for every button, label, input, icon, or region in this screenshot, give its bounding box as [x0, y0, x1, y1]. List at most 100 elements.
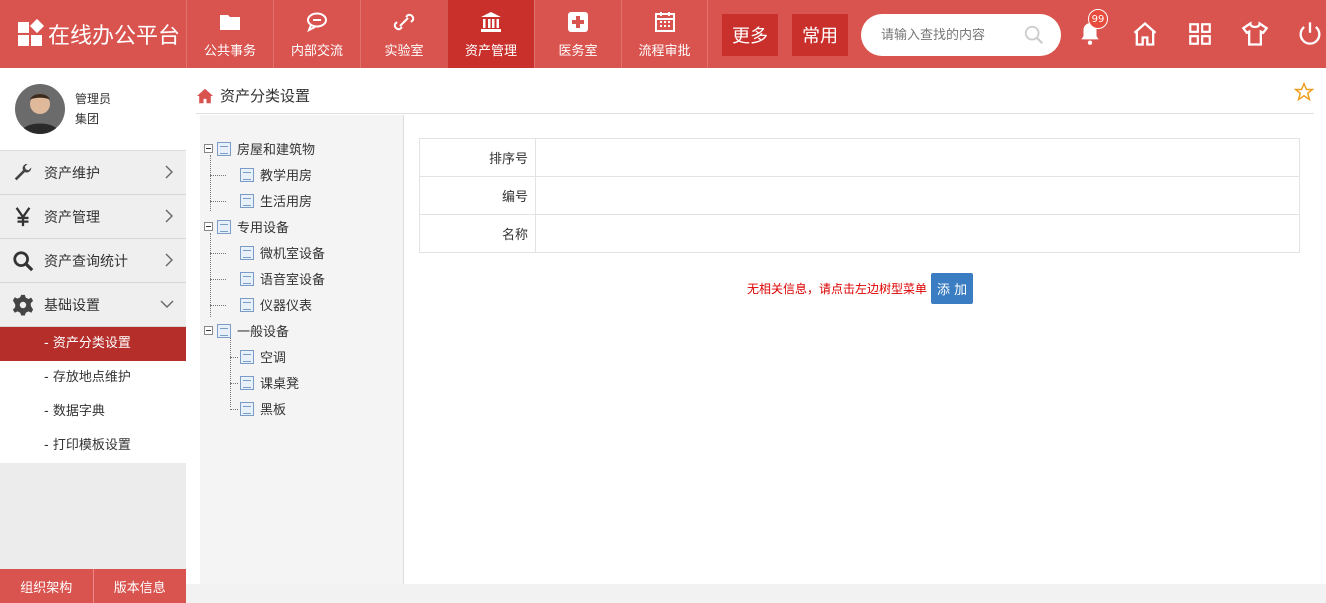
- tree-node-label: 房屋和建筑物: [237, 143, 316, 158]
- tree-node[interactable]: 微机室设备: [240, 243, 325, 262]
- chevron-right-icon: [165, 253, 173, 267]
- user-role: 管理员: [75, 92, 112, 106]
- sidebar-item-basic-settings[interactable]: 基础设置: [0, 283, 186, 327]
- grid-icon: [1188, 23, 1211, 45]
- breadcrumb-divider: [196, 113, 1314, 114]
- tree-node-label: 仪器仪表: [260, 299, 313, 314]
- document-icon: [217, 219, 231, 234]
- nav-workflow-approval[interactable]: 流程审批: [621, 0, 708, 68]
- sidebar-item-asset-management[interactable]: 资产管理: [0, 195, 186, 239]
- gear-icon: [12, 294, 34, 316]
- folder-icon: [220, 14, 240, 30]
- tree-node[interactable]: 空调: [240, 347, 286, 366]
- theme-button[interactable]: [1227, 20, 1282, 48]
- collapse-icon[interactable]: [204, 222, 213, 231]
- top-bar: 在线办公平台 公共事务 内部交流 实验室 资产管理 医务室 流程审批 更多 常用: [0, 0, 1326, 68]
- tree-node[interactable]: 生活用房: [240, 191, 312, 210]
- logo-icon: [18, 18, 45, 46]
- nav-label: 资产管理: [464, 43, 517, 59]
- common-button[interactable]: 常用: [792, 14, 848, 56]
- main-nav: 公共事务 内部交流 实验室 资产管理 医务室 流程审批: [186, 0, 708, 68]
- tree-node-label: 教学用房: [260, 169, 313, 184]
- sidebar-subitem-storage-location[interactable]: - 存放地点维护: [0, 361, 186, 395]
- search-icon: [13, 250, 34, 271]
- version-info-button[interactable]: 版本信息: [93, 569, 186, 603]
- document-icon: [240, 375, 254, 390]
- collapse-icon[interactable]: [204, 326, 213, 335]
- nav-asset-management[interactable]: 资产管理: [447, 0, 534, 68]
- collapse-icon[interactable]: [204, 144, 213, 153]
- sidebar-item-label: 资产维护: [44, 165, 100, 182]
- tree-node-label: 黑板: [260, 403, 287, 418]
- nav-lab[interactable]: 实验室: [360, 0, 447, 68]
- nav-public-affairs[interactable]: 公共事务: [186, 0, 273, 68]
- document-icon: [240, 245, 254, 260]
- document-icon: [240, 271, 254, 286]
- code-value: [535, 176, 1300, 215]
- tree-node[interactable]: 一般设备: [204, 321, 289, 340]
- tree-node-label: 语音室设备: [260, 273, 326, 288]
- medical-cross-icon: [568, 11, 588, 32]
- name-value: [535, 214, 1300, 253]
- empty-message-row: 无相关信息，请点击左边树型菜单 添 加: [747, 273, 974, 304]
- home-button[interactable]: [1117, 20, 1172, 48]
- tree-node[interactable]: 专用设备: [204, 217, 289, 236]
- favorite-star-icon[interactable]: [1294, 82, 1314, 102]
- search-input[interactable]: [881, 27, 1021, 43]
- search-box: [861, 14, 1061, 56]
- tree-node[interactable]: 教学用房: [240, 165, 312, 184]
- tree-node[interactable]: 仪器仪表: [240, 295, 312, 314]
- code-label: 编号: [419, 176, 536, 215]
- logout-button[interactable]: [1282, 20, 1326, 48]
- link-icon: [393, 13, 415, 30]
- search-icon[interactable]: [1023, 24, 1045, 46]
- chevron-right-icon: [165, 165, 173, 179]
- avatar[interactable]: [15, 84, 65, 134]
- app-title: 在线办公平台: [48, 24, 181, 49]
- tree-node[interactable]: 黑板: [240, 399, 286, 418]
- sidebar-subitem-asset-category[interactable]: - 资产分类设置: [0, 327, 186, 361]
- form-row: 排序号: [419, 138, 1300, 177]
- notification-badge: 99: [1088, 9, 1108, 29]
- power-icon: [1299, 22, 1320, 45]
- apps-button[interactable]: [1172, 21, 1227, 47]
- breadcrumb: 资产分类设置: [196, 85, 310, 106]
- sidebar-item-asset-maintenance[interactable]: 资产维护: [0, 151, 186, 195]
- add-button[interactable]: 添 加: [931, 273, 974, 304]
- page-title: 资产分类设置: [220, 87, 311, 105]
- home-icon: [1133, 21, 1156, 46]
- tree-node[interactable]: 课桌凳: [240, 373, 299, 392]
- tree-node-label: 空调: [260, 351, 287, 366]
- tree-node-label: 生活用房: [260, 195, 313, 210]
- nav-internal-chat[interactable]: 内部交流: [273, 0, 360, 68]
- bottom-bar: [186, 584, 1326, 603]
- nav-label: 实验室: [384, 43, 424, 59]
- document-icon: [217, 323, 231, 338]
- org-structure-button[interactable]: 组织架构: [0, 569, 94, 603]
- document-icon: [217, 141, 231, 156]
- empty-message: 无相关信息，请点击左边树型菜单: [747, 282, 928, 296]
- tree-node[interactable]: 语音室设备: [240, 269, 325, 288]
- user-panel: 管理员 集团: [0, 68, 186, 151]
- nav-clinic[interactable]: 医务室: [534, 0, 621, 68]
- tree-node-label: 课桌凳: [260, 377, 300, 392]
- chevron-right-icon: [165, 209, 173, 223]
- sidebar-item-label: 基础设置: [44, 297, 100, 314]
- user-org: 集团: [75, 112, 100, 126]
- sidebar-subitem-data-dictionary[interactable]: - 数据字典: [0, 395, 186, 429]
- nav-label: 内部交流: [290, 43, 343, 59]
- sidebar: 管理员 集团 资产维护 资产管理 资产查询统计 基础设置 - 资产分类设置 - …: [0, 68, 186, 603]
- sidebar-subitem-print-template[interactable]: - 打印模板设置: [0, 429, 186, 463]
- sidebar-submenu: - 资产分类设置 - 存放地点维护 - 数据字典 - 打印模板设置: [0, 327, 186, 463]
- chevron-down-icon: [160, 300, 174, 308]
- sidebar-item-label: 资产管理: [44, 209, 100, 226]
- bank-icon: [481, 11, 501, 32]
- notification-button[interactable]: 99: [1062, 9, 1117, 47]
- category-tree-panel: 房屋和建筑物 教学用房 生活用房 专用设备 微机室设备 语音室设备 仪器仪表 一…: [200, 115, 404, 587]
- tshirt-icon: [1241, 21, 1268, 46]
- more-button[interactable]: 更多: [722, 14, 778, 56]
- tree-node[interactable]: 房屋和建筑物: [204, 139, 315, 158]
- sidebar-item-label: 资产查询统计: [44, 253, 128, 270]
- sidebar-item-asset-query[interactable]: 资产查询统计: [0, 239, 186, 283]
- app-logo[interactable]: 在线办公平台: [0, 0, 186, 68]
